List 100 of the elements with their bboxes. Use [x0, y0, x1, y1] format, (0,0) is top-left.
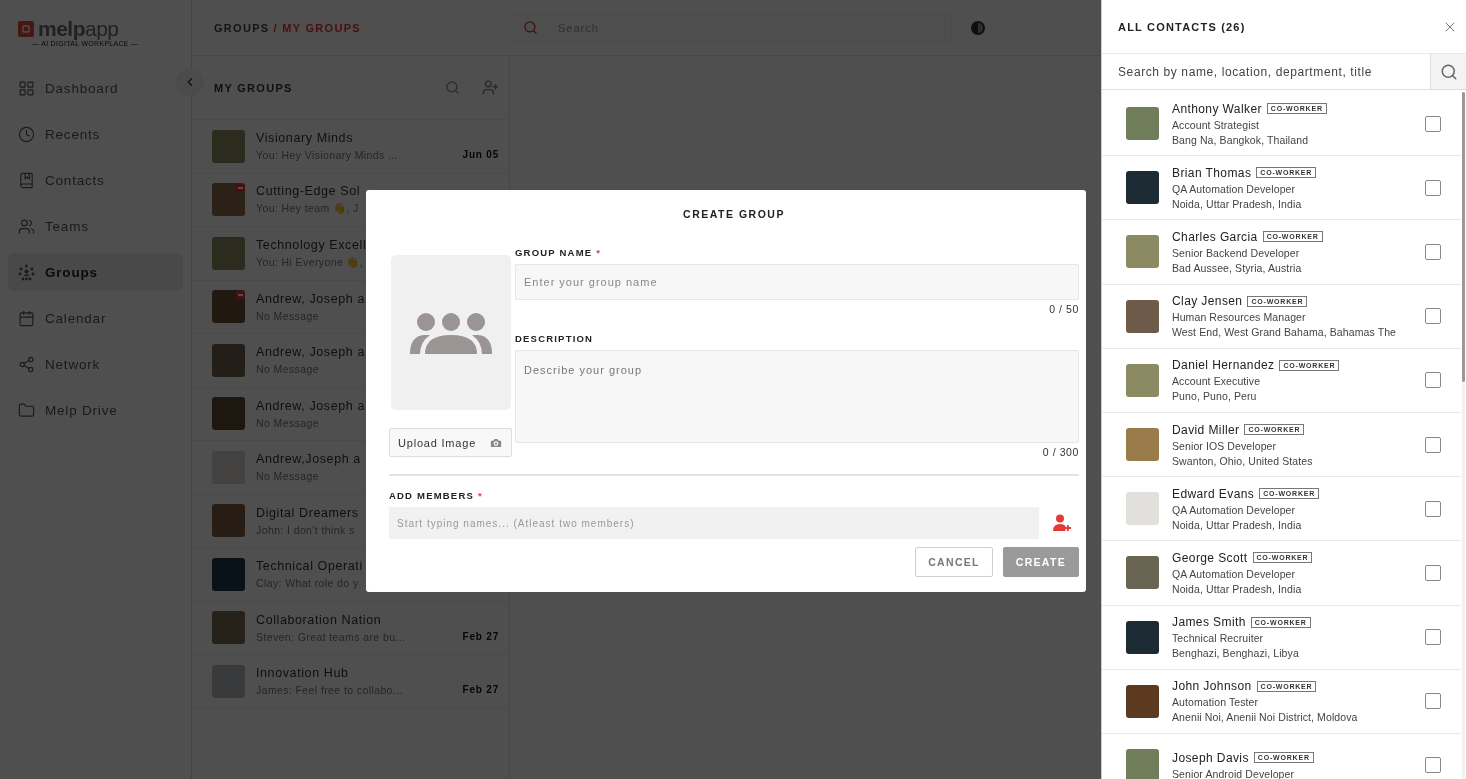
contact-location: Benghazi, Benghazi, Libya [1172, 647, 1300, 660]
nav-item[interactable]: Groups [8, 253, 183, 291]
group-icon [410, 311, 492, 354]
message-date: Feb 27 [462, 630, 499, 643]
photo-placeholder [1126, 428, 1159, 462]
contact-location: Noida, Uttar Pradesh, India [1172, 582, 1303, 595]
contact-name: Brian Thomas [1172, 165, 1252, 180]
checkbox[interactable] [1425, 757, 1441, 774]
group-name: Cutting-Edge Sol [256, 184, 362, 199]
checkbox[interactable] [1425, 115, 1441, 132]
photo-placeholder [212, 343, 245, 377]
search-icon [1439, 62, 1458, 81]
photo-placeholder [1126, 748, 1159, 779]
people-icon [18, 217, 35, 235]
calendar-icon [18, 309, 35, 327]
contact-title: Senior IOS Developer [1172, 439, 1278, 452]
group-name: Andrew, Joseph a [256, 291, 366, 306]
panel-title: MY GROUPS [214, 81, 294, 94]
photo-placeholder [1126, 299, 1159, 333]
contact-name: James Smith [1172, 615, 1246, 630]
contact-name: Joseph Davis [1172, 750, 1249, 765]
character-counter: 0 / 300 [1042, 446, 1079, 458]
field-label: DESCRIPTION [515, 333, 594, 344]
group-name: Andrew,Joseph a [256, 452, 362, 467]
checkbox[interactable] [1425, 372, 1441, 389]
photo-placeholder [1126, 492, 1159, 526]
photo-placeholder [1126, 107, 1159, 141]
members-field[interactable]: Start typing names... (Atleast two members) [389, 507, 1039, 539]
contact-location: West End, West Grand Bahama, Bahamas The [1172, 326, 1398, 339]
search-button[interactable] [1430, 54, 1466, 89]
photo-placeholder [1126, 171, 1159, 205]
contact-title: Human Resources Manager [1172, 311, 1307, 324]
breadcrumb-item[interactable]: / MY GROUPS [273, 21, 361, 34]
search-icon[interactable] [445, 80, 460, 95]
photo-placeholder [212, 557, 245, 591]
message-date: Jun 05 [462, 149, 499, 162]
group-name: Digital Dreamers [256, 505, 360, 520]
checkbox[interactable] [1425, 693, 1441, 710]
contact-name: David Miller [1172, 422, 1240, 437]
logo-icon [18, 21, 34, 37]
contact-location: Swanton, Ohio, United States [1172, 454, 1314, 467]
photo-placeholder [1126, 235, 1159, 269]
photo-placeholder [212, 236, 245, 270]
contact-name: Clay Jensen [1172, 294, 1243, 309]
scrollbar-thumb[interactable] [1462, 92, 1465, 382]
breadcrumb-item[interactable]: GROUPS [214, 21, 270, 34]
theme-toggle-icon[interactable] [970, 19, 986, 36]
photo-placeholder [212, 397, 245, 431]
checkbox[interactable] [1425, 564, 1441, 581]
contact-title: QA Automation Developer [1172, 182, 1297, 195]
message-date: Feb 27 [462, 684, 499, 697]
contact-title: QA Automation Developer [1172, 503, 1297, 516]
contact-title: QA Automation Developer [1172, 567, 1297, 580]
contact-title: Account Executive [1172, 375, 1262, 388]
group-name: Innovation Hub [256, 666, 350, 681]
upload-image-button[interactable]: Upload Image [389, 428, 512, 457]
photo-placeholder [1126, 684, 1159, 718]
contact-location: Anenii Noi, Anenii Noi District, Moldova [1172, 711, 1359, 724]
checkbox[interactable] [1425, 436, 1441, 453]
group-name: Visionary Minds [256, 131, 354, 146]
description-field[interactable]: Describe your group [515, 350, 1079, 443]
contact-name: John Johnson [1172, 679, 1252, 694]
contact-title: Account Strategist [1172, 118, 1260, 131]
photo-placeholder [1126, 363, 1159, 397]
nodes-icon [18, 355, 35, 373]
dotted-group-icon [18, 263, 35, 281]
add-person-icon[interactable] [482, 79, 499, 96]
contact-location: Bad Aussee, Styria, Austria [1172, 261, 1303, 274]
create-button[interactable]: CREATE [1002, 547, 1079, 577]
contact-location: Puno, Puno, Peru [1172, 390, 1258, 403]
photo-placeholder [1126, 556, 1159, 590]
contact-title: Automation Tester [1172, 696, 1260, 709]
group-name-field[interactable]: Enter your group name [515, 264, 1079, 300]
required-mark: * [596, 247, 602, 258]
group-name: Collaboration Nation [256, 612, 383, 627]
contact-name: Daniel Hernandez [1172, 358, 1275, 373]
panel-title: ALL CONTACTS (26) [1118, 20, 1246, 33]
group-name: Andrew, Joseph a [256, 398, 366, 413]
clock-icon [18, 125, 35, 143]
photo-placeholder [212, 504, 245, 538]
grid-icon [18, 79, 35, 97]
checkbox[interactable] [1425, 500, 1441, 517]
checkbox[interactable] [1425, 243, 1441, 260]
photo-placeholder [1126, 620, 1159, 654]
book-icon [18, 171, 35, 189]
checkbox[interactable] [1425, 629, 1441, 646]
contact-title: Technical Recruiter [1172, 632, 1265, 645]
photo-placeholder [212, 611, 245, 645]
contact-location: Noida, Uttar Pradesh, India [1172, 518, 1303, 531]
contact-name: Charles Garcia [1172, 229, 1258, 244]
cancel-button[interactable]: CANCEL [915, 547, 993, 577]
contact-name: George Scott [1172, 550, 1248, 565]
checkbox[interactable] [1425, 308, 1441, 325]
search-icon [523, 20, 538, 35]
field-label: GROUP NAME [515, 247, 593, 258]
checkbox[interactable] [1425, 179, 1441, 196]
character-counter: 0 / 50 [1049, 303, 1079, 315]
photo-placeholder [212, 129, 245, 163]
add-person-icon[interactable] [1053, 514, 1071, 532]
contact-location: Bang Na, Bangkok, Thailand [1172, 133, 1310, 146]
